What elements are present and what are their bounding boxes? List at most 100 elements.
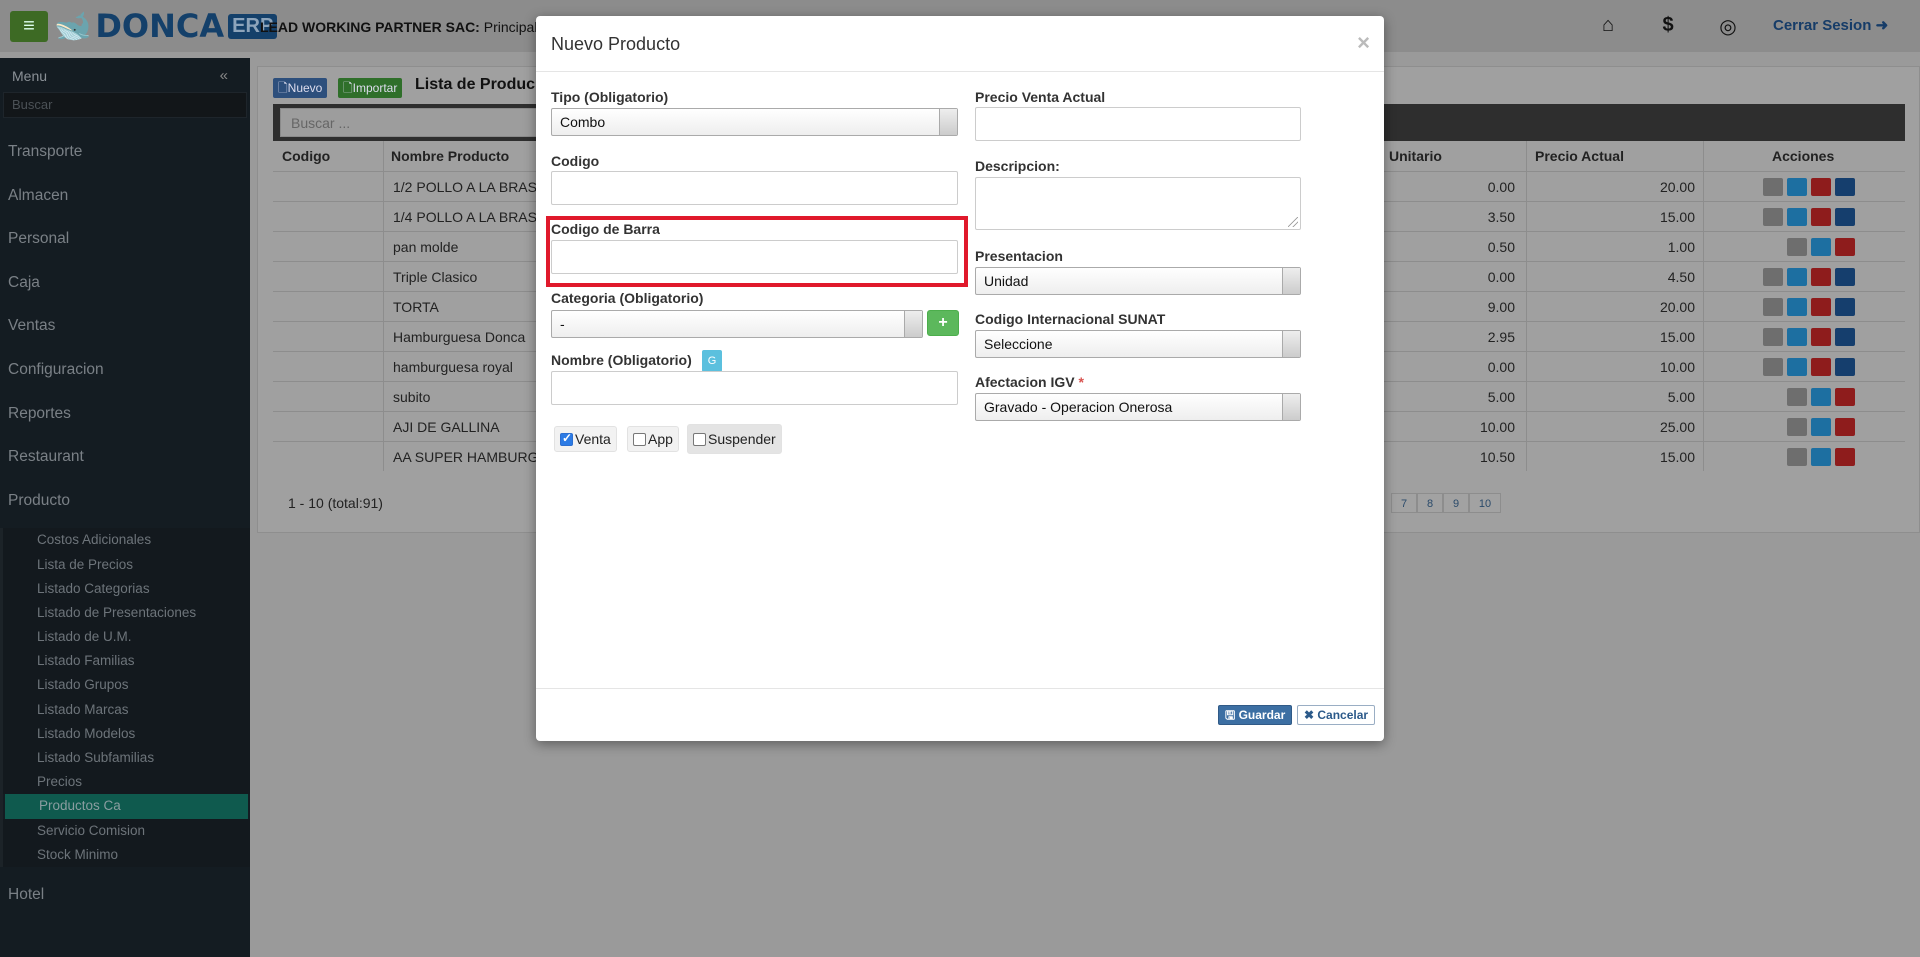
trash-icon[interactable]	[1835, 388, 1855, 406]
trash-icon[interactable]	[1811, 328, 1831, 346]
plus-circle-icon[interactable]	[1835, 298, 1855, 316]
trash-icon[interactable]	[1835, 238, 1855, 256]
column-header-name[interactable]: Nombre Producto	[391, 143, 509, 169]
nombre-input[interactable]	[551, 371, 958, 405]
trash-icon[interactable]	[1835, 418, 1855, 436]
add-categoria-button[interactable]: +	[927, 310, 959, 336]
submenu-item[interactable]: Listado Grupos	[3, 673, 250, 698]
logout-link[interactable]: Cerrar Sesion ➜	[1773, 16, 1888, 34]
descripcion-textarea[interactable]	[975, 177, 1301, 230]
trash-icon[interactable]	[1811, 298, 1831, 316]
import-button[interactable]: 🗋Importar	[338, 78, 403, 98]
edit-icon[interactable]	[1811, 448, 1831, 466]
home-icon[interactable]: ⌂	[1596, 14, 1620, 37]
app-checkbox[interactable]: App	[627, 426, 679, 452]
price-cell: 1.00	[1667, 239, 1695, 255]
barcode-icon[interactable]	[1787, 418, 1807, 436]
trash-icon[interactable]	[1811, 358, 1831, 376]
close-icon[interactable]: ×	[1357, 30, 1370, 56]
edit-icon[interactable]	[1811, 238, 1831, 256]
sidebar-item-producto[interactable]: Producto	[0, 479, 250, 523]
column-header-code[interactable]: Codigo	[282, 143, 330, 169]
barcode-icon[interactable]	[1763, 268, 1783, 286]
barcode-icon[interactable]	[1787, 448, 1807, 466]
trash-icon[interactable]	[1811, 268, 1831, 286]
submenu-item[interactable]: Servicio Comision	[3, 818, 250, 843]
submenu-item[interactable]: Listado de Presentaciones	[3, 600, 250, 626]
plus-circle-icon[interactable]	[1835, 358, 1855, 376]
submenu-item[interactable]: Listado Categorias	[3, 576, 250, 601]
sidebar-item-ventas[interactable]: Ventas	[0, 304, 250, 348]
column-header-price[interactable]: Precio Actual	[1535, 143, 1624, 169]
cancel-button[interactable]: ✖ Cancelar	[1297, 705, 1376, 725]
suspender-checkbox[interactable]: Suspender	[687, 424, 782, 454]
edit-icon[interactable]	[1787, 268, 1807, 286]
trash-icon[interactable]	[1811, 178, 1831, 196]
page-link[interactable]: 10	[1469, 493, 1501, 513]
submenu-item[interactable]: Stock Minimo	[3, 842, 250, 867]
codigo-input[interactable]	[551, 171, 958, 205]
tipo-select[interactable]: Combo	[551, 108, 958, 136]
dollar-icon[interactable]: $	[1656, 14, 1680, 37]
barcode-icon[interactable]	[1787, 388, 1807, 406]
sidebar-item-reportes[interactable]: Reportes	[0, 392, 250, 436]
row-actions	[1787, 388, 1855, 406]
plus-circle-icon[interactable]	[1835, 268, 1855, 286]
sidebar-item-personal[interactable]: Personal	[0, 217, 250, 261]
edit-icon[interactable]	[1811, 388, 1831, 406]
sidebar-item-hotel[interactable]: Hotel	[0, 873, 250, 917]
trash-icon[interactable]	[1811, 208, 1831, 226]
edit-icon[interactable]	[1787, 178, 1807, 196]
sidebar-item-transporte[interactable]: Transporte	[0, 130, 250, 174]
page-link[interactable]: 7	[1391, 493, 1417, 513]
sidebar-search-input[interactable]: Buscar	[3, 92, 247, 118]
sidebar-item-configuracion[interactable]: Configuracion	[0, 348, 250, 392]
edit-icon[interactable]	[1787, 208, 1807, 226]
new-button[interactable]: 🗋Nuevo	[273, 78, 328, 98]
lock-icon[interactable]: ◎	[1716, 14, 1740, 39]
venta-checkbox[interactable]: Venta	[554, 426, 617, 452]
sidebar-item-almacen[interactable]: Almacen	[0, 174, 250, 218]
plus-circle-icon[interactable]	[1835, 208, 1855, 226]
barcode-icon[interactable]	[1763, 208, 1783, 226]
presentacion-select[interactable]: Unidad	[975, 267, 1301, 295]
barcode-icon[interactable]	[1787, 238, 1807, 256]
edit-icon[interactable]	[1811, 418, 1831, 436]
submenu-item[interactable]: Precios	[3, 770, 250, 795]
edit-icon[interactable]	[1787, 328, 1807, 346]
barcode-icon[interactable]	[1763, 328, 1783, 346]
plus-circle-icon[interactable]	[1835, 328, 1855, 346]
generate-name-button[interactable]: G	[702, 350, 722, 372]
barcode-icon[interactable]	[1763, 298, 1783, 316]
sunat-select[interactable]: Seleccione	[975, 330, 1301, 358]
categoria-select[interactable]: -	[551, 310, 923, 338]
collapse-icon[interactable]: «	[220, 67, 228, 84]
submenu-item[interactable]: Listado Subfamilias	[3, 746, 250, 771]
submenu-item[interactable]: Listado Modelos	[3, 721, 250, 747]
edit-icon[interactable]	[1787, 298, 1807, 316]
submenu-item[interactable]: Listado de U.M.	[3, 625, 250, 650]
save-button[interactable]: 🖫 Guardar	[1218, 705, 1293, 725]
table-search-input[interactable]: Buscar ...	[280, 108, 540, 137]
chevron-down-icon	[1282, 331, 1300, 357]
submenu-item[interactable]: Lista de Precios	[3, 552, 250, 577]
barcode-icon[interactable]	[1763, 358, 1783, 376]
submenu-item[interactable]: Listado Familias	[3, 649, 250, 674]
page-link[interactable]: 8	[1417, 493, 1443, 513]
sidebar-item-restaurant[interactable]: Restaurant	[0, 435, 250, 479]
sidebar-item-caja[interactable]: Caja	[0, 261, 250, 305]
venta-label: Venta	[575, 431, 611, 447]
column-header-unit[interactable]: Unitario	[1389, 143, 1442, 169]
submenu-item[interactable]: Costos Adicionales	[3, 528, 250, 553]
menu-toggle-button[interactable]: ≡	[10, 11, 48, 42]
resize-grip-icon[interactable]	[1288, 217, 1298, 227]
precio-input[interactable]	[975, 107, 1301, 141]
plus-circle-icon[interactable]	[1835, 178, 1855, 196]
edit-icon[interactable]	[1787, 358, 1807, 376]
submenu-item[interactable]: Listado Marcas	[3, 697, 250, 722]
barcode-icon[interactable]	[1763, 178, 1783, 196]
page-link[interactable]: 9	[1443, 493, 1469, 513]
submenu-item-active[interactable]: Productos Ca	[5, 794, 248, 819]
trash-icon[interactable]	[1835, 448, 1855, 466]
igv-select[interactable]: Gravado - Operacion Onerosa	[975, 393, 1301, 421]
